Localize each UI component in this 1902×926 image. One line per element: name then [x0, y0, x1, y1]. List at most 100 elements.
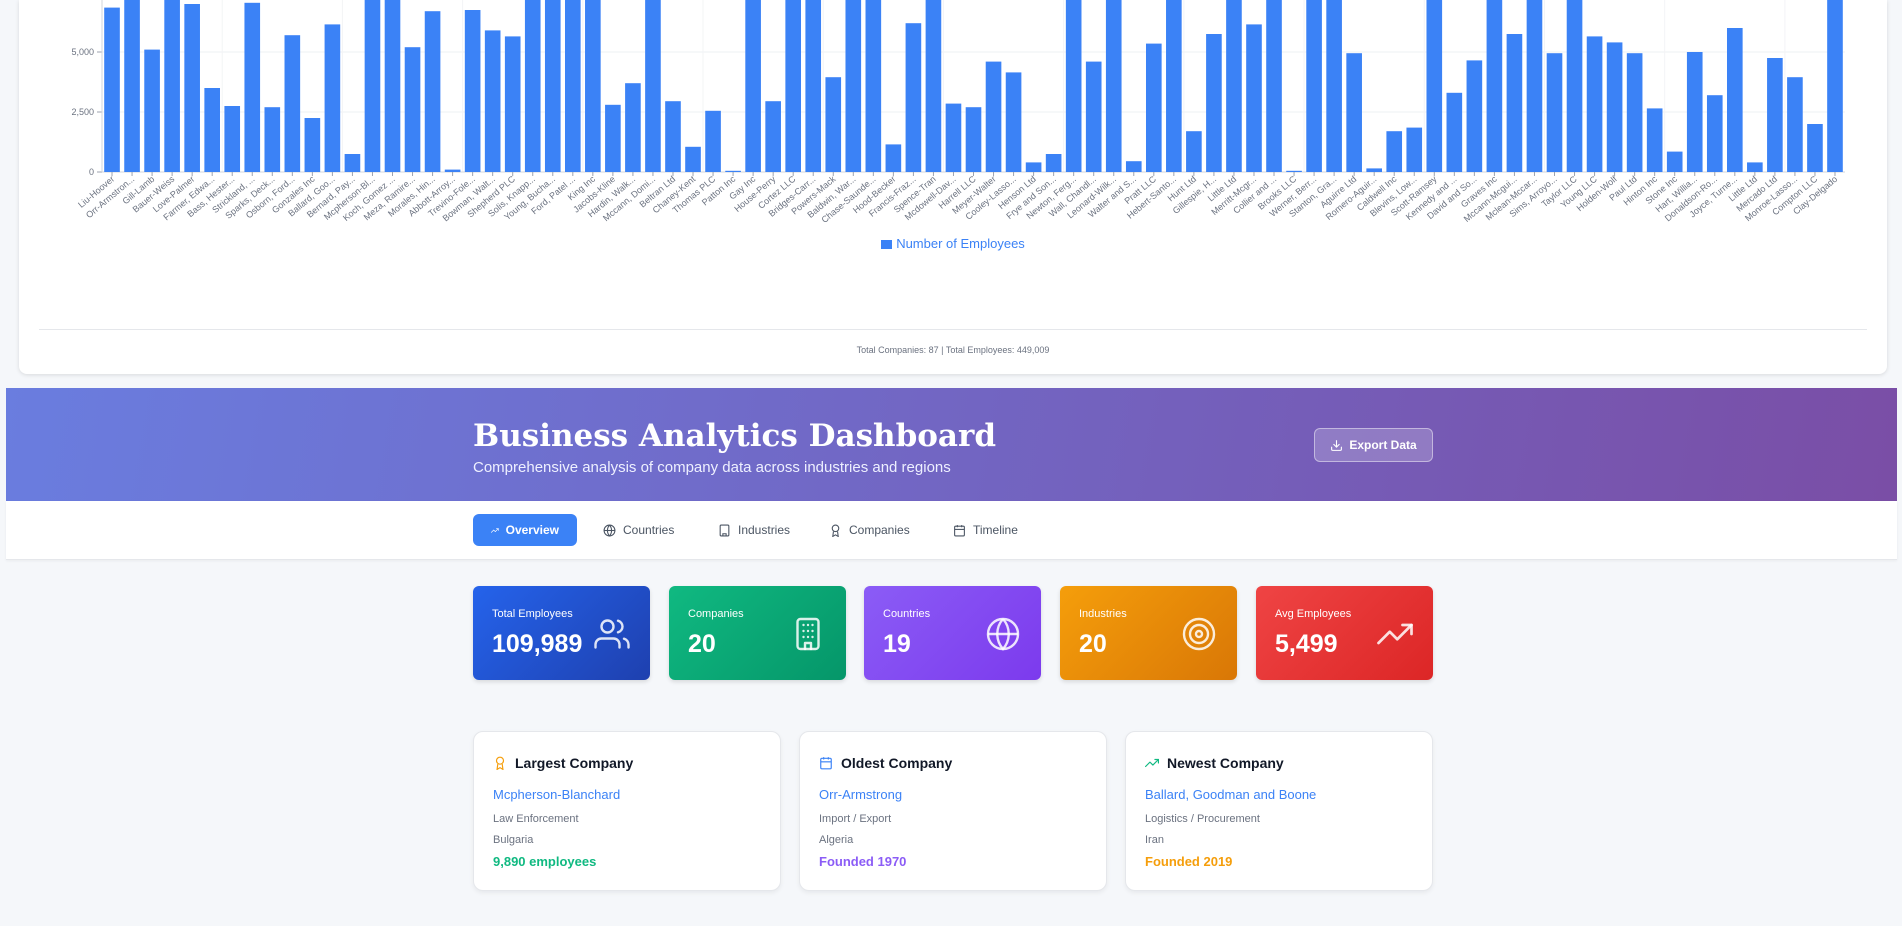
globe-icon — [986, 617, 1020, 651]
bar — [1767, 58, 1783, 172]
bar — [224, 106, 241, 172]
bar — [1726, 28, 1743, 172]
company-highlight: Founded 2019 — [1145, 854, 1233, 869]
trending-up-icon — [1377, 623, 1413, 645]
bar — [1166, 0, 1182, 172]
bar — [1807, 124, 1823, 172]
tab-countries[interactable]: Countries — [585, 514, 692, 546]
bar — [264, 107, 281, 172]
bar — [645, 0, 661, 172]
bar — [164, 0, 180, 172]
company-industry: Logistics / Procurement — [1145, 813, 1260, 825]
bar — [1606, 42, 1623, 173]
bar — [665, 101, 681, 172]
bar — [384, 0, 401, 172]
bar — [585, 0, 601, 172]
calendar-icon — [820, 757, 832, 770]
stat-card-industries: Industries 20 — [1060, 586, 1237, 680]
company-highlight: Founded 1970 — [819, 854, 907, 869]
bar — [1085, 61, 1102, 172]
bar — [1045, 154, 1062, 172]
stat-label: Industries — [1079, 608, 1127, 620]
tab-label: Overview — [505, 523, 559, 537]
bar — [524, 0, 541, 172]
company-name[interactable]: Mcpherson-Blanchard — [493, 787, 620, 802]
bar — [364, 0, 381, 172]
bar — [1065, 0, 1082, 172]
chart-footer: Total Companies: 87 | Total Employees: 4… — [856, 345, 1050, 355]
card-title: Newest Company — [1167, 755, 1284, 771]
bar — [244, 2, 261, 172]
bar-chart: 02,5005,000Liu-HooverOrr-Armstron...Gill… — [71, 0, 1845, 225]
stat-value: 109,989 — [492, 630, 583, 658]
company-industry: Import / Export — [819, 813, 892, 825]
legend-swatch — [881, 240, 893, 250]
stat-value: 19 — [883, 630, 911, 658]
stat-label: Countries — [883, 608, 931, 620]
bar — [404, 47, 421, 173]
bar — [945, 103, 962, 172]
bar — [324, 24, 341, 173]
bar — [124, 0, 140, 172]
bar — [1386, 131, 1403, 172]
y-tick-label: 5,000 — [71, 47, 94, 57]
bar — [1346, 53, 1362, 173]
bar — [705, 110, 721, 172]
tab-industries[interactable]: Industries — [700, 514, 808, 546]
stat-card-avg-employees: Avg Employees 5,499 — [1256, 586, 1433, 680]
bar — [1186, 131, 1202, 172]
chart-legend[interactable]: Number of Employees — [19, 236, 1887, 251]
chart-card: 0 2,500 5,000 Liu-Hoover Orr-Armstron... Gill… — [19, 0, 1887, 374]
bar — [204, 88, 221, 172]
building-icon — [796, 617, 820, 651]
calendar-icon — [954, 524, 965, 536]
bar — [424, 11, 441, 173]
bar — [1646, 108, 1663, 172]
stat-card-countries: Countries 19 — [864, 586, 1041, 680]
building-icon — [719, 524, 730, 536]
bar — [1125, 161, 1142, 172]
card-header: Largest Company — [493, 755, 633, 771]
bar — [564, 0, 581, 172]
page-subtitle: Comprehensive analysis of company data a… — [473, 459, 951, 476]
tab-timeline[interactable]: Timeline — [935, 514, 1036, 546]
bar — [1526, 0, 1543, 172]
tab-overview[interactable]: Overview — [473, 514, 577, 546]
bar — [985, 61, 1002, 172]
bar — [765, 101, 781, 172]
company-name[interactable]: Orr-Armstrong — [819, 787, 902, 802]
export-data-button[interactable]: Export Data — [1314, 428, 1433, 462]
bar — [1446, 92, 1463, 172]
bar — [484, 30, 501, 173]
card-header: Newest Company — [1145, 755, 1284, 771]
bar — [785, 0, 802, 172]
y-tick-label: 0 — [89, 167, 94, 177]
bar — [344, 154, 361, 172]
export-data-label: Export Data — [1349, 438, 1417, 452]
company-name[interactable]: Ballard, Goodman and Boone — [1145, 787, 1316, 802]
bar — [1206, 34, 1222, 172]
tab-label: Industries — [738, 523, 791, 537]
bar — [1226, 0, 1242, 172]
bar — [1666, 151, 1683, 172]
trending-up-icon — [491, 527, 499, 533]
stat-value: 20 — [1079, 630, 1107, 658]
card-header: Oldest Company — [819, 755, 952, 771]
tab-label: Timeline — [973, 523, 1018, 537]
card-title: Oldest Company — [841, 755, 953, 771]
bar — [1426, 0, 1443, 172]
company-highlight: 9,890 employees — [493, 854, 597, 869]
newest-company-card: Newest Company Ballard, Goodman and Boon… — [1125, 731, 1433, 891]
bar — [304, 118, 321, 172]
bar — [865, 0, 882, 172]
tab-companies[interactable]: Companies — [811, 514, 928, 546]
download-icon — [1331, 439, 1343, 451]
bar — [444, 169, 461, 172]
bar — [1747, 162, 1763, 172]
bar — [925, 0, 942, 172]
bar — [1827, 0, 1843, 172]
tab-label: Companies — [849, 523, 910, 537]
bar — [1466, 60, 1483, 172]
bar — [1005, 72, 1022, 172]
company-country: Iran — [1145, 834, 1164, 846]
